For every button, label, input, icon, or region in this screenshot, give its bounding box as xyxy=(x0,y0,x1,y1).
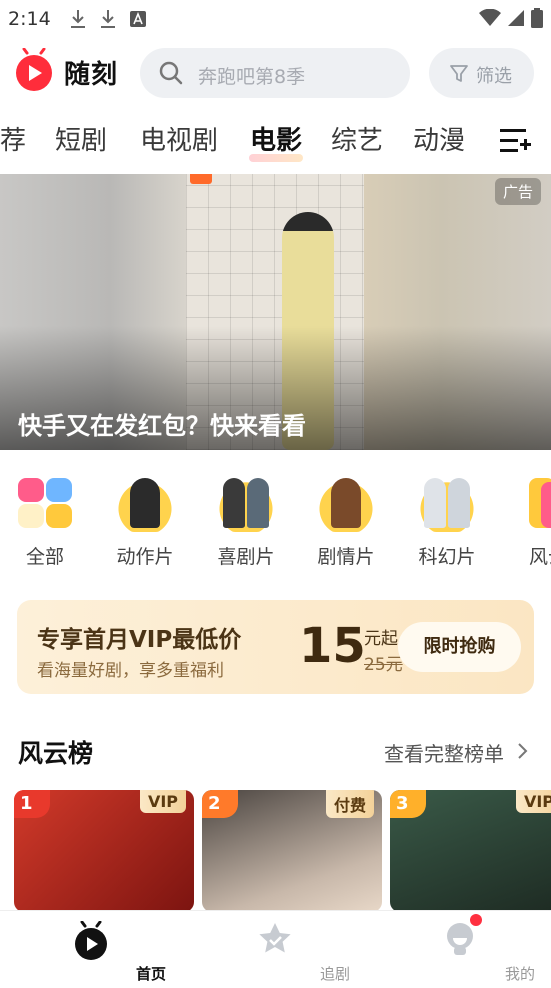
comedy-genre-icon xyxy=(217,474,275,532)
vip-tag: VIP xyxy=(139,790,186,813)
vip-price: 15 xyxy=(299,618,366,674)
vip-title: 专享首月VIP最低价 xyxy=(37,627,242,653)
promo-banner[interactable]: 广告 快手又在发红包？快来看看 xyxy=(0,174,551,450)
vip-original-price: 25元 xyxy=(364,655,403,675)
search-placeholder: 奔跑吧第8季 xyxy=(198,66,306,88)
profile-icon xyxy=(442,921,478,961)
star-icon xyxy=(257,921,293,961)
notification-dot xyxy=(470,914,482,926)
genre-row: 全部 动作片 喜剧片 剧情片 科幻片 风云 xyxy=(0,466,551,576)
banner-caption: 快手又在发红包？快来看看 xyxy=(18,412,306,440)
tab-tv-series[interactable]: 电视剧 xyxy=(140,120,218,157)
genre-label: 喜剧片 xyxy=(217,546,275,568)
action-genre-icon xyxy=(116,474,174,532)
app-name: 随刻 xyxy=(64,60,119,90)
filter-button[interactable]: 筛选 xyxy=(429,48,534,98)
ad-label: 广告 xyxy=(494,178,541,205)
genre-label: 风云 xyxy=(528,546,551,568)
genre-action[interactable]: 动作片 xyxy=(105,466,185,569)
genre-label: 科幻片 xyxy=(418,546,476,568)
genre-scifi[interactable]: 科幻片 xyxy=(407,466,487,569)
genre-comedy[interactable]: 喜剧片 xyxy=(206,466,286,569)
chevron-right-icon[interactable] xyxy=(516,742,528,764)
tab-recommend[interactable]: 荐 xyxy=(0,120,26,157)
category-tabs: 荐 短剧 电视剧 电影 综艺 动漫 xyxy=(0,112,551,164)
vip-subtitle: 看海量好剧，享多重福利 xyxy=(37,661,224,681)
paid-tag: 付费 xyxy=(325,790,374,818)
view-full-ranking-link[interactable]: 查看完整榜单 xyxy=(384,738,504,767)
vip-promo-card[interactable]: 专享首月VIP最低价 看海量好剧，享多重福利 15 元起 25元 限时抢购 xyxy=(17,600,534,694)
home-icon xyxy=(73,920,109,965)
limited-offer-button[interactable]: 限时抢购 xyxy=(398,622,521,672)
nav-follow-label: 追剧 xyxy=(319,965,350,983)
filter-icon xyxy=(449,64,469,88)
vip-price-unit: 元起 xyxy=(364,629,398,649)
genre-all[interactable]: 全部 xyxy=(5,466,85,569)
app-header: 随刻 奔跑吧第8季 筛选 xyxy=(0,44,551,102)
nav-home-label: 首页 xyxy=(135,965,166,983)
wifi-icon xyxy=(479,8,501,31)
download-icon xyxy=(70,9,86,33)
ranking-cards: 1 VIP 2 付费 3 VIP xyxy=(0,790,551,912)
tab-short-drama[interactable]: 短剧 xyxy=(55,120,107,157)
scifi-genre-icon xyxy=(418,474,476,532)
ranking-card[interactable]: 1 VIP xyxy=(14,790,194,912)
battery-icon xyxy=(531,8,543,32)
status-time: 2:14 xyxy=(8,8,51,30)
tab-movie[interactable]: 电影 xyxy=(250,120,302,157)
genre-fengyun[interactable]: 风云 xyxy=(508,466,551,569)
ranking-header: 风云榜 查看完整榜单 xyxy=(0,728,551,776)
signal-icon xyxy=(507,9,525,31)
channel-menu-icon[interactable] xyxy=(498,126,532,158)
genre-label: 动作片 xyxy=(116,546,174,568)
genre-drama[interactable]: 剧情片 xyxy=(306,466,386,569)
status-bar: 2:14 xyxy=(0,0,551,40)
bottom-navigation: 首页 追剧 我的 xyxy=(0,910,551,988)
search-bar[interactable]: 奔跑吧第8季 xyxy=(140,48,410,98)
nav-me-label: 我的 xyxy=(504,965,535,983)
rank-number: 2 xyxy=(202,790,238,818)
all-genres-icon xyxy=(16,474,74,532)
download-icon-2 xyxy=(100,9,116,33)
ranking-title: 风云榜 xyxy=(18,739,94,768)
genre-label: 剧情片 xyxy=(317,546,375,568)
ranking-card[interactable]: 3 VIP xyxy=(390,790,551,912)
ranking-card[interactable]: 2 付费 xyxy=(202,790,382,912)
filter-label: 筛选 xyxy=(476,66,512,87)
genre-label: 全部 xyxy=(25,546,64,568)
search-icon xyxy=(158,60,184,90)
tab-variety[interactable]: 综艺 xyxy=(331,120,383,157)
rank-number: 3 xyxy=(390,790,426,818)
active-tab-indicator xyxy=(249,154,303,162)
rank-number: 1 xyxy=(14,790,50,818)
a-badge-icon xyxy=(130,11,146,31)
app-logo-icon[interactable] xyxy=(14,47,54,92)
vip-tag: VIP xyxy=(515,790,551,813)
fengyun-genre-icon xyxy=(519,474,551,532)
tab-anime[interactable]: 动漫 xyxy=(413,120,465,157)
drama-genre-icon xyxy=(317,474,375,532)
